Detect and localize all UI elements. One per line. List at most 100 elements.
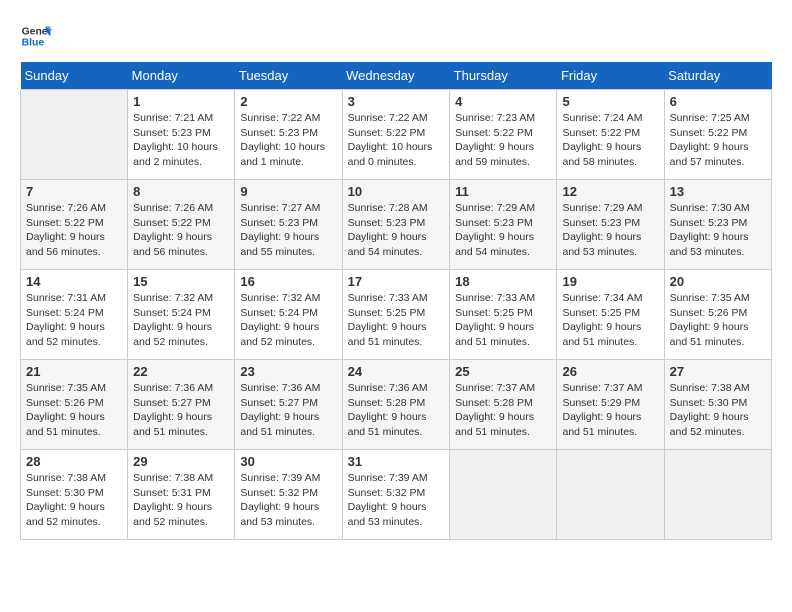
calendar-cell: 4 Sunrise: 7:23 AM Sunset: 5:22 PM Daylig… [450, 90, 557, 180]
day-number: 11 [455, 184, 551, 199]
day-info: Sunrise: 7:38 AM Sunset: 5:31 PM Dayligh… [133, 471, 229, 530]
calendar-cell: 1 Sunrise: 7:21 AM Sunset: 5:23 PM Daylig… [128, 90, 235, 180]
day-info: Sunrise: 7:38 AM Sunset: 5:30 PM Dayligh… [26, 471, 122, 530]
day-number: 21 [26, 364, 122, 379]
calendar-cell: 17Sunrise: 7:33 AM Sunset: 5:25 PM Dayli… [342, 270, 450, 360]
day-info: Sunrise: 7:32 AM Sunset: 5:24 PM Dayligh… [240, 291, 336, 350]
day-number: 23 [240, 364, 336, 379]
calendar-cell: 20Sunrise: 7:35 AM Sunset: 5:26 PM Dayli… [664, 270, 771, 360]
day-number: 19 [562, 274, 658, 289]
day-info: Sunrise: 7:39 AM Sunset: 5:32 PM Dayligh… [348, 471, 445, 530]
day-info: Sunrise: 7:23 AM Sunset: 5:22 PM Dayligh… [455, 111, 551, 170]
week-row-5: 28 Sunrise: 7:38 AM Sunset: 5:30 PM Dayli… [21, 450, 772, 540]
calendar-cell: 14 Sunrise: 7:31 AM Sunset: 5:24 PM Dayli… [21, 270, 128, 360]
day-number: 6 [670, 94, 766, 109]
day-info: Sunrise: 7:35 AM Sunset: 5:26 PM Dayligh… [670, 291, 766, 350]
calendar-cell: 23 Sunrise: 7:36 AM Sunset: 5:27 PM Dayli… [235, 360, 342, 450]
day-number: 18 [455, 274, 551, 289]
day-header-saturday: Saturday [664, 62, 771, 90]
day-info: Sunrise: 7:36 AM Sunset: 5:27 PM Dayligh… [240, 381, 336, 440]
day-info: Sunrise: 7:21 AM Sunset: 5:23 PM Dayligh… [133, 111, 229, 170]
calendar-cell [21, 90, 128, 180]
week-row-2: 7 Sunrise: 7:26 AM Sunset: 5:22 PM Daylig… [21, 180, 772, 270]
calendar-cell: 10 Sunrise: 7:28 AM Sunset: 5:23 PM Dayli… [342, 180, 450, 270]
day-info: Sunrise: 7:32 AM Sunset: 5:24 PM Dayligh… [133, 291, 229, 350]
day-info: Sunrise: 7:39 AM Sunset: 5:32 PM Dayligh… [240, 471, 336, 530]
calendar-cell: 21 Sunrise: 7:35 AM Sunset: 5:26 PM Dayli… [21, 360, 128, 450]
day-info: Sunrise: 7:27 AM Sunset: 5:23 PM Dayligh… [240, 201, 336, 260]
calendar-cell: 30Sunrise: 7:39 AM Sunset: 5:32 PM Dayli… [235, 450, 342, 540]
day-number: 2 [240, 94, 336, 109]
week-row-3: 14 Sunrise: 7:31 AM Sunset: 5:24 PM Dayli… [21, 270, 772, 360]
day-header-friday: Friday [557, 62, 664, 90]
calendar-cell: 6 Sunrise: 7:25 AM Sunset: 5:22 PM Daylig… [664, 90, 771, 180]
day-info: Sunrise: 7:38 AM Sunset: 5:30 PM Dayligh… [670, 381, 766, 440]
day-info: Sunrise: 7:31 AM Sunset: 5:24 PM Dayligh… [26, 291, 122, 350]
calendar-cell: 28 Sunrise: 7:38 AM Sunset: 5:30 PM Dayli… [21, 450, 128, 540]
logo: General Blue [20, 20, 52, 52]
day-number: 7 [26, 184, 122, 199]
day-number: 26 [562, 364, 658, 379]
calendar-cell: 11 Sunrise: 7:29 AM Sunset: 5:23 PM Dayli… [450, 180, 557, 270]
day-info: Sunrise: 7:29 AM Sunset: 5:23 PM Dayligh… [455, 201, 551, 260]
day-number: 27 [670, 364, 766, 379]
day-number: 13 [670, 184, 766, 199]
day-info: Sunrise: 7:30 AM Sunset: 5:23 PM Dayligh… [670, 201, 766, 260]
day-header-wednesday: Wednesday [342, 62, 450, 90]
calendar-cell [557, 450, 664, 540]
day-info: Sunrise: 7:37 AM Sunset: 5:28 PM Dayligh… [455, 381, 551, 440]
logo-icon: General Blue [20, 20, 52, 52]
calendar-cell: 26 Sunrise: 7:37 AM Sunset: 5:29 PM Dayli… [557, 360, 664, 450]
week-row-4: 21 Sunrise: 7:35 AM Sunset: 5:26 PM Dayli… [21, 360, 772, 450]
day-number: 17 [348, 274, 445, 289]
calendar-cell: 16Sunrise: 7:32 AM Sunset: 5:24 PM Dayli… [235, 270, 342, 360]
calendar-cell: 27 Sunrise: 7:38 AM Sunset: 5:30 PM Dayli… [664, 360, 771, 450]
day-info: Sunrise: 7:25 AM Sunset: 5:22 PM Dayligh… [670, 111, 766, 170]
day-number: 28 [26, 454, 122, 469]
calendar-table: SundayMondayTuesdayWednesdayThursdayFrid… [20, 62, 772, 540]
day-number: 22 [133, 364, 229, 379]
day-number: 4 [455, 94, 551, 109]
day-header-sunday: Sunday [21, 62, 128, 90]
day-number: 10 [348, 184, 445, 199]
day-number: 24 [348, 364, 445, 379]
calendar-body: 1 Sunrise: 7:21 AM Sunset: 5:23 PM Daylig… [21, 90, 772, 540]
calendar-cell [450, 450, 557, 540]
day-info: Sunrise: 7:36 AM Sunset: 5:28 PM Dayligh… [348, 381, 445, 440]
day-info: Sunrise: 7:35 AM Sunset: 5:26 PM Dayligh… [26, 381, 122, 440]
calendar-cell: 13 Sunrise: 7:30 AM Sunset: 5:23 PM Dayli… [664, 180, 771, 270]
week-row-1: 1 Sunrise: 7:21 AM Sunset: 5:23 PM Daylig… [21, 90, 772, 180]
day-info: Sunrise: 7:37 AM Sunset: 5:29 PM Dayligh… [562, 381, 658, 440]
calendar-cell: 25 Sunrise: 7:37 AM Sunset: 5:28 PM Dayli… [450, 360, 557, 450]
calendar-cell: 7Sunrise: 7:26 AM Sunset: 5:22 PM Daylig… [21, 180, 128, 270]
day-number: 14 [26, 274, 122, 289]
day-info: Sunrise: 7:34 AM Sunset: 5:25 PM Dayligh… [562, 291, 658, 350]
day-info: Sunrise: 7:29 AM Sunset: 5:23 PM Dayligh… [562, 201, 658, 260]
day-number: 9 [240, 184, 336, 199]
day-info: Sunrise: 7:24 AM Sunset: 5:22 PM Dayligh… [562, 111, 658, 170]
day-info: Sunrise: 7:26 AM Sunset: 5:22 PM Dayligh… [133, 201, 229, 260]
calendar-cell: 18 Sunrise: 7:33 AM Sunset: 5:25 PM Dayli… [450, 270, 557, 360]
day-header-monday: Monday [128, 62, 235, 90]
day-number: 15 [133, 274, 229, 289]
day-info: Sunrise: 7:33 AM Sunset: 5:25 PM Dayligh… [455, 291, 551, 350]
calendar-cell: 12 Sunrise: 7:29 AM Sunset: 5:23 PM Dayli… [557, 180, 664, 270]
day-number: 8 [133, 184, 229, 199]
page-header: General Blue [20, 20, 772, 52]
day-number: 25 [455, 364, 551, 379]
day-info: Sunrise: 7:28 AM Sunset: 5:23 PM Dayligh… [348, 201, 445, 260]
day-number: 5 [562, 94, 658, 109]
day-info: Sunrise: 7:22 AM Sunset: 5:22 PM Dayligh… [348, 111, 445, 170]
day-header-tuesday: Tuesday [235, 62, 342, 90]
calendar-cell: 24 Sunrise: 7:36 AM Sunset: 5:28 PM Dayli… [342, 360, 450, 450]
day-number: 12 [562, 184, 658, 199]
calendar-cell: 5 Sunrise: 7:24 AM Sunset: 5:22 PM Daylig… [557, 90, 664, 180]
day-number: 3 [348, 94, 445, 109]
svg-text:Blue: Blue [22, 38, 45, 49]
calendar-cell: 3 Sunrise: 7:22 AM Sunset: 5:22 PM Daylig… [342, 90, 450, 180]
day-number: 29 [133, 454, 229, 469]
day-info: Sunrise: 7:22 AM Sunset: 5:23 PM Dayligh… [240, 111, 336, 170]
day-number: 1 [133, 94, 229, 109]
calendar-cell: 22Sunrise: 7:36 AM Sunset: 5:27 PM Dayli… [128, 360, 235, 450]
day-number: 31 [348, 454, 445, 469]
